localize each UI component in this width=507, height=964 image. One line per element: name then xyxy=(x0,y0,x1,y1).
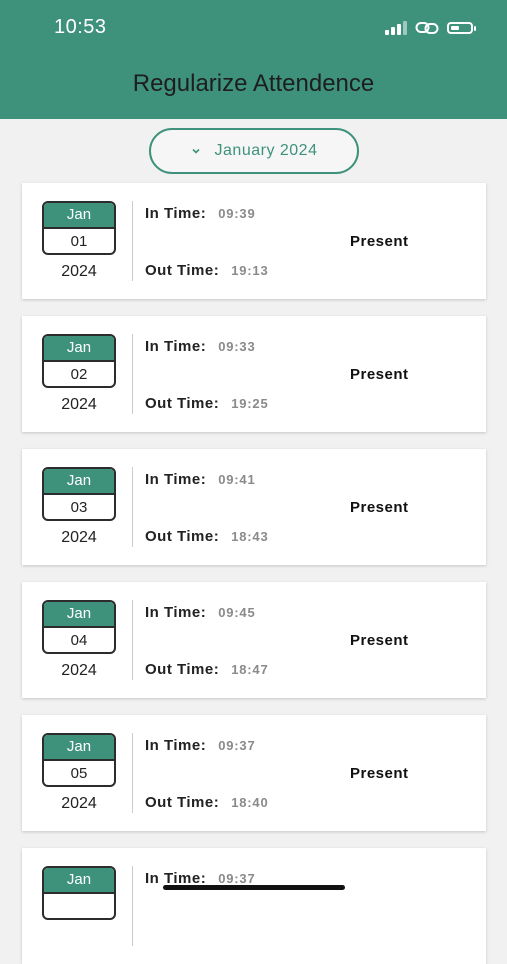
calendar-month: Jan xyxy=(44,469,114,495)
calendar-day: 04 xyxy=(70,632,88,649)
calendar-date-icon: Jan xyxy=(42,866,116,920)
in-time-row: In Time: 09:41 xyxy=(145,471,255,488)
in-time-label: In Time: xyxy=(145,338,207,355)
calendar-month: Jan xyxy=(44,868,114,894)
divider xyxy=(132,600,133,680)
calendar-month: Jan xyxy=(44,735,114,761)
in-time-value: 09:33 xyxy=(218,339,256,354)
in-time-row: In Time: 09:33 xyxy=(145,338,255,355)
calendar-day: 05 xyxy=(70,765,88,782)
out-time-label: Out Time: xyxy=(145,262,220,279)
calendar-date-icon: Jan 05 xyxy=(42,733,116,787)
attendance-card[interactable]: Jan 01 2024 In Time: 09:39 Out Time: 19:… xyxy=(22,183,486,299)
battery-icon xyxy=(447,22,476,34)
status-icons xyxy=(385,18,476,38)
out-time-value: 18:43 xyxy=(231,529,269,544)
calendar-year: 2024 xyxy=(61,263,97,280)
calendar-year: 2024 xyxy=(61,529,97,546)
in-time-label: In Time: xyxy=(145,737,207,754)
out-time-row: Out Time: 18:43 xyxy=(145,528,268,545)
calendar-date-icon: Jan 02 xyxy=(42,334,116,388)
divider xyxy=(132,467,133,547)
chevron-down-icon xyxy=(191,148,200,154)
out-time-row: Out Time: 18:40 xyxy=(145,794,268,811)
attendance-card[interactable]: Jan In Time: 09:37 Out Time: xyxy=(22,848,486,964)
out-time-value: 19:13 xyxy=(231,263,269,278)
attendance-status: Present xyxy=(350,765,409,782)
in-time-value: 09:45 xyxy=(218,605,256,620)
out-time-label: Out Time: xyxy=(145,395,220,412)
out-time-label: Out Time: xyxy=(145,661,220,678)
in-time-value: 09:37 xyxy=(218,738,256,753)
in-time-value: 09:37 xyxy=(218,871,256,886)
attendance-status: Present xyxy=(350,632,409,649)
out-time-value: 18:40 xyxy=(231,795,269,810)
out-time-label: Out Time: xyxy=(145,794,220,811)
divider xyxy=(132,866,133,946)
out-time-row: Out Time: 19:25 xyxy=(145,395,268,412)
signal-icon xyxy=(385,21,407,35)
in-time-label: In Time: xyxy=(145,604,207,621)
in-time-row: In Time: 09:37 xyxy=(145,737,255,754)
divider xyxy=(132,334,133,414)
status-time: 10:53 xyxy=(54,16,107,38)
in-time-row: In Time: 09:39 xyxy=(145,205,255,222)
attendance-card[interactable]: Jan 04 2024 In Time: 09:45 Out Time: 18:… xyxy=(22,582,486,698)
calendar-year: 2024 xyxy=(61,396,97,413)
in-time-value: 09:39 xyxy=(218,206,256,221)
calendar-year: 2024 xyxy=(61,795,97,812)
out-time-label: Out Time: xyxy=(145,528,220,545)
attendance-status: Present xyxy=(350,499,409,516)
attendance-status: Present xyxy=(350,233,409,250)
calendar-day: 02 xyxy=(70,366,88,383)
in-time-label: In Time: xyxy=(145,205,207,222)
attendance-card[interactable]: Jan 03 2024 In Time: 09:41 Out Time: 18:… xyxy=(22,449,486,565)
calendar-year: 2024 xyxy=(61,662,97,679)
attendance-status: Present xyxy=(350,366,409,383)
calendar-month: Jan xyxy=(44,602,114,628)
calendar-day: 03 xyxy=(70,499,88,516)
calendar-month: Jan xyxy=(44,203,114,229)
out-time-value: 18:47 xyxy=(231,662,269,677)
in-time-label: In Time: xyxy=(145,471,207,488)
attendance-card[interactable]: Jan 05 2024 In Time: 09:37 Out Time: 18:… xyxy=(22,715,486,831)
in-time-value: 09:41 xyxy=(218,472,256,487)
calendar-month: Jan xyxy=(44,336,114,362)
attendance-card[interactable]: Jan 02 2024 In Time: 09:33 Out Time: 19:… xyxy=(22,316,486,432)
app-header: 10:53 Regularize Attendence xyxy=(0,0,507,119)
month-selector[interactable]: January 2024 xyxy=(149,128,359,174)
calendar-date-icon: Jan 03 xyxy=(42,467,116,521)
calendar-date-icon: Jan 04 xyxy=(42,600,116,654)
calendar-day: 01 xyxy=(70,233,88,250)
out-time-value: 19:25 xyxy=(231,396,269,411)
month-selector-label: January 2024 xyxy=(214,142,318,159)
in-time-row: In Time: 09:45 xyxy=(145,604,255,621)
divider xyxy=(132,201,133,281)
link-icon xyxy=(415,22,439,34)
home-indicator[interactable] xyxy=(163,885,345,890)
page-title: Regularize Attendence xyxy=(132,70,375,97)
divider xyxy=(132,733,133,813)
out-time-row: Out Time: 19:13 xyxy=(145,262,268,279)
calendar-date-icon: Jan 01 xyxy=(42,201,116,255)
out-time-row: Out Time: 18:47 xyxy=(145,661,268,678)
